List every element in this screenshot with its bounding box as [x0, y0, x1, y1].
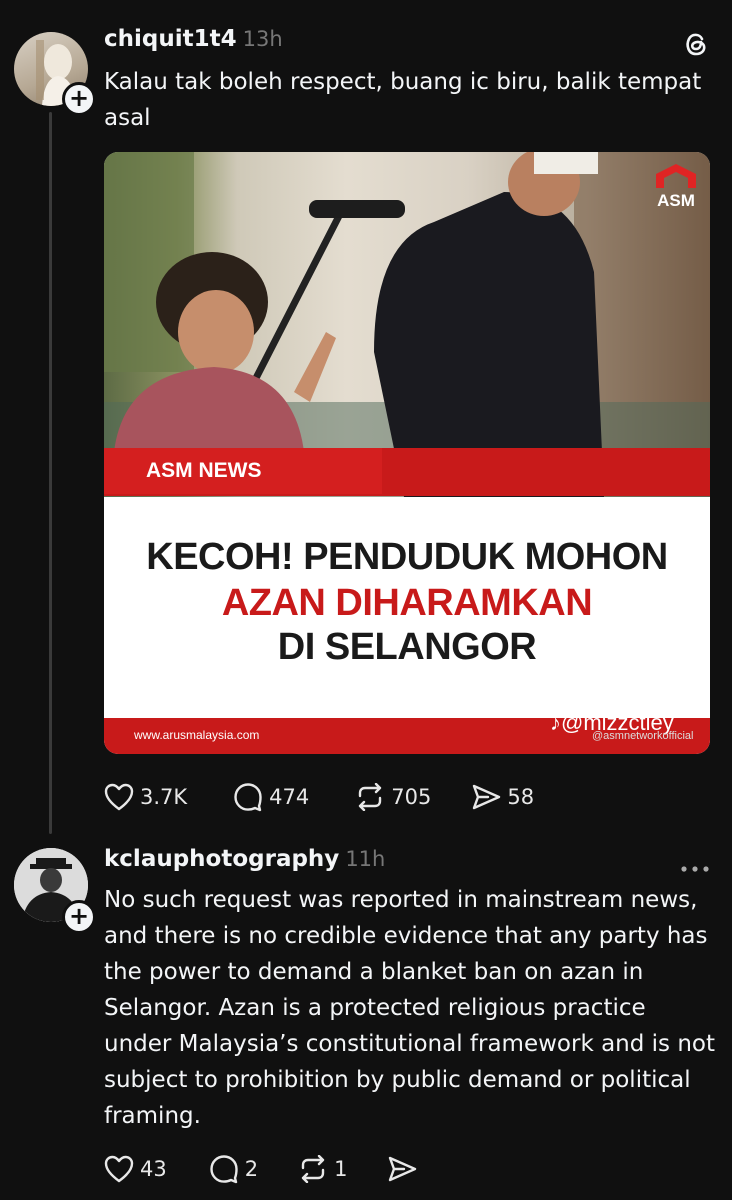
like-button[interactable]: 3.7K [104, 783, 187, 811]
reply-header: kclauphotography 11h [104, 846, 385, 872]
reply-reply-count: 2 [244, 1157, 259, 1181]
reply-text: No such request was reported in mainstre… [104, 887, 716, 1129]
comment-icon [234, 783, 262, 812]
post-text: Kalau tak boleh respect, buang ic biru, … [104, 69, 702, 131]
reply-reply-button[interactable]: 2 [209, 1154, 258, 1184]
share-button[interactable]: 58 [471, 783, 534, 811]
reply-follow-plus-button[interactable]: + [62, 900, 96, 934]
reply-repost-button[interactable]: 1 [298, 1155, 347, 1183]
repost-button[interactable]: 705 [355, 783, 431, 811]
send-icon [389, 1156, 417, 1182]
reply-actions: 43 2 1 [104, 1154, 417, 1184]
headline-line-2: AZAN DIHARAMKAN [221, 582, 593, 624]
secondary-watermark: @asmnetworkofficial [592, 730, 694, 742]
like-count: 3.7K [140, 785, 188, 809]
repost-count: 705 [391, 785, 432, 809]
reply-share-button[interactable] [387, 1155, 417, 1183]
reply-repost-count: 1 [334, 1157, 348, 1181]
thread-connector-line [49, 112, 52, 834]
username[interactable]: chiquit1t4 [104, 26, 237, 52]
headline-line-1: KECOH! PENDUDUK MOHON [146, 536, 668, 578]
reply-button[interactable]: 474 [233, 782, 309, 812]
post-actions: 3.7K 474 705 58 [104, 782, 534, 812]
news-tag: ASM NEWS [104, 448, 382, 494]
repost-icon [359, 783, 382, 811]
send-icon [473, 784, 501, 810]
threads-logo-icon[interactable] [682, 30, 710, 62]
follow-plus-button[interactable]: + [62, 82, 96, 116]
headline-line-3: DI SELANGOR [277, 626, 537, 668]
more-options-icon[interactable] [680, 858, 710, 877]
share-count: 58 [507, 785, 535, 809]
reply-timestamp: 11h [345, 847, 386, 871]
repost-icon [301, 1155, 325, 1183]
asm-logo: ASM [656, 164, 696, 210]
news-url: www.arusmalaysia.com [134, 728, 260, 742]
comment-icon [210, 1155, 238, 1184]
post-image[interactable]: ASM ASM NEWS KECOH! PENDUDUK MOHON AZAN … [104, 152, 710, 754]
post-header: chiquit1t4 13h [104, 26, 283, 52]
asm-logo-text: ASM [657, 191, 695, 210]
reply-username[interactable]: kclauphotography [104, 846, 339, 872]
reply-like-button[interactable]: 43 [104, 1155, 167, 1183]
heart-icon [104, 783, 134, 811]
timestamp: 13h [242, 27, 283, 51]
news-photo [104, 152, 710, 497]
reply-count: 474 [269, 785, 310, 809]
heart-icon [104, 1155, 134, 1183]
reply-like-count: 43 [140, 1157, 167, 1181]
